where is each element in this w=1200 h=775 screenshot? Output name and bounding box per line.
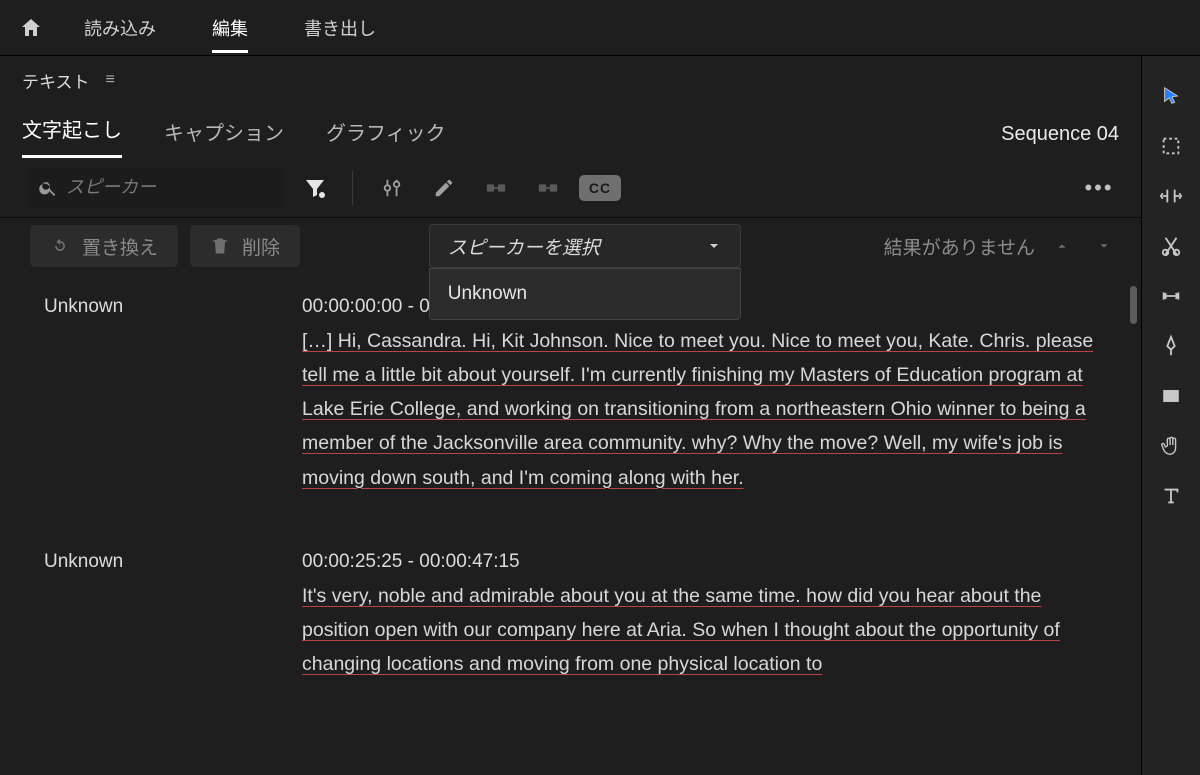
marquee-tool[interactable] xyxy=(1159,134,1183,158)
next-result[interactable] xyxy=(1089,231,1119,261)
divider xyxy=(352,171,353,205)
delete-button[interactable]: 削除 xyxy=(190,225,300,267)
merge-right-button[interactable] xyxy=(527,167,569,209)
trash-icon xyxy=(210,236,230,256)
panel-header: テキスト ≡ xyxy=(0,56,1141,104)
panel-title: テキスト xyxy=(22,68,90,93)
sub-tabs: 文字起こし キャプション グラフィック Sequence 04 xyxy=(0,104,1141,158)
replace-label: 置き換え xyxy=(82,233,158,260)
search-box[interactable] xyxy=(28,168,286,208)
type-tool[interactable] xyxy=(1159,484,1183,508)
segment-text[interactable]: […] Hi, Cassandra. Hi, Kit Johnson. Nice… xyxy=(302,324,1113,495)
transcript-toolbar: CC ••• xyxy=(0,158,1141,218)
search-input[interactable] xyxy=(66,177,300,198)
speaker-dropdown: Unknown xyxy=(429,268,741,320)
pen-tool[interactable] xyxy=(1159,334,1183,358)
more-options-button[interactable]: ••• xyxy=(1079,168,1119,208)
refresh-icon xyxy=(50,236,70,256)
main-row: テキスト ≡ 文字起こし キャプション グラフィック Sequence 04 xyxy=(0,56,1200,775)
ripple-tool[interactable] xyxy=(1159,184,1183,208)
tab-transcription[interactable]: 文字起こし xyxy=(22,114,122,158)
segment-speaker: Unknown xyxy=(44,551,294,681)
sliders-button[interactable] xyxy=(371,167,413,209)
ripple-icon xyxy=(1160,185,1182,207)
text-panel: テキスト ≡ 文字起こし キャプション グラフィック Sequence 04 xyxy=(0,56,1142,775)
merge-left-button[interactable] xyxy=(475,167,517,209)
sliders-icon xyxy=(381,177,403,199)
replace-button[interactable]: 置き換え xyxy=(30,225,178,267)
chevron-down-icon xyxy=(1097,239,1111,253)
prev-result[interactable] xyxy=(1047,231,1077,261)
filter-icon xyxy=(303,176,327,200)
hand-icon xyxy=(1160,435,1182,457)
hand-tool[interactable] xyxy=(1159,434,1183,458)
sequence-name: Sequence 04 xyxy=(1001,123,1119,158)
merge-left-icon xyxy=(485,177,507,199)
top-nav: 読み込み 編集 書き出し xyxy=(0,0,1200,56)
slip-icon xyxy=(1160,285,1182,307)
rectangle-icon xyxy=(1160,385,1182,407)
nav-tab-export[interactable]: 書き出し xyxy=(278,7,402,49)
marquee-icon xyxy=(1160,135,1182,157)
tool-strip xyxy=(1142,56,1200,775)
speaker-option-unknown[interactable]: Unknown xyxy=(430,269,740,319)
merge-right-icon xyxy=(537,177,559,199)
scrollbar-thumb[interactable] xyxy=(1130,286,1137,324)
pencil-icon xyxy=(433,177,455,199)
chevron-up-icon xyxy=(1055,239,1069,253)
segment-timecode: 00:00:25:25 - 00:00:47:15 xyxy=(302,551,1113,573)
chevron-down-icon xyxy=(706,238,722,254)
pen-icon xyxy=(1160,335,1182,357)
slip-tool[interactable] xyxy=(1159,284,1183,308)
panel-menu-icon[interactable]: ≡ xyxy=(106,71,115,89)
home-button[interactable] xyxy=(8,5,54,51)
rectangle-tool[interactable] xyxy=(1159,384,1183,408)
nav-tab-edit[interactable]: 編集 xyxy=(186,7,274,49)
search-icon xyxy=(38,178,58,198)
transcript-segment[interactable]: Unknown 00:00:00:00 - 00 […] Hi, Cassand… xyxy=(44,296,1113,495)
home-icon xyxy=(19,16,43,40)
tab-graphics[interactable]: グラフィック xyxy=(326,117,446,158)
segment-speaker: Unknown xyxy=(44,296,294,495)
segment-text[interactable]: It's very, noble and admirable about you… xyxy=(302,579,1113,681)
razor-tool[interactable] xyxy=(1159,234,1183,258)
razor-icon xyxy=(1160,235,1182,257)
action-row: 置き換え 削除 スピーカーを選択 Unknown 結果がありません xyxy=(0,218,1141,274)
filter-button[interactable] xyxy=(296,169,334,207)
pencil-button[interactable] xyxy=(423,167,465,209)
selection-tool[interactable] xyxy=(1159,84,1183,108)
speaker-select-label: スピーカーを選択 xyxy=(448,233,600,260)
cc-button[interactable]: CC xyxy=(579,175,621,201)
transcript-list[interactable]: Unknown 00:00:00:00 - 00 […] Hi, Cassand… xyxy=(0,274,1141,775)
nav-tab-import[interactable]: 読み込み xyxy=(58,7,182,49)
speaker-select[interactable]: スピーカーを選択 xyxy=(429,224,741,268)
type-icon xyxy=(1160,485,1182,507)
tab-captions[interactable]: キャプション xyxy=(164,117,284,158)
no-results-text: 結果がありません xyxy=(884,233,1035,260)
transcript-segment[interactable]: Unknown 00:00:25:25 - 00:00:47:15 It's v… xyxy=(44,551,1113,681)
cursor-icon xyxy=(1160,85,1182,107)
delete-label: 削除 xyxy=(242,233,280,260)
